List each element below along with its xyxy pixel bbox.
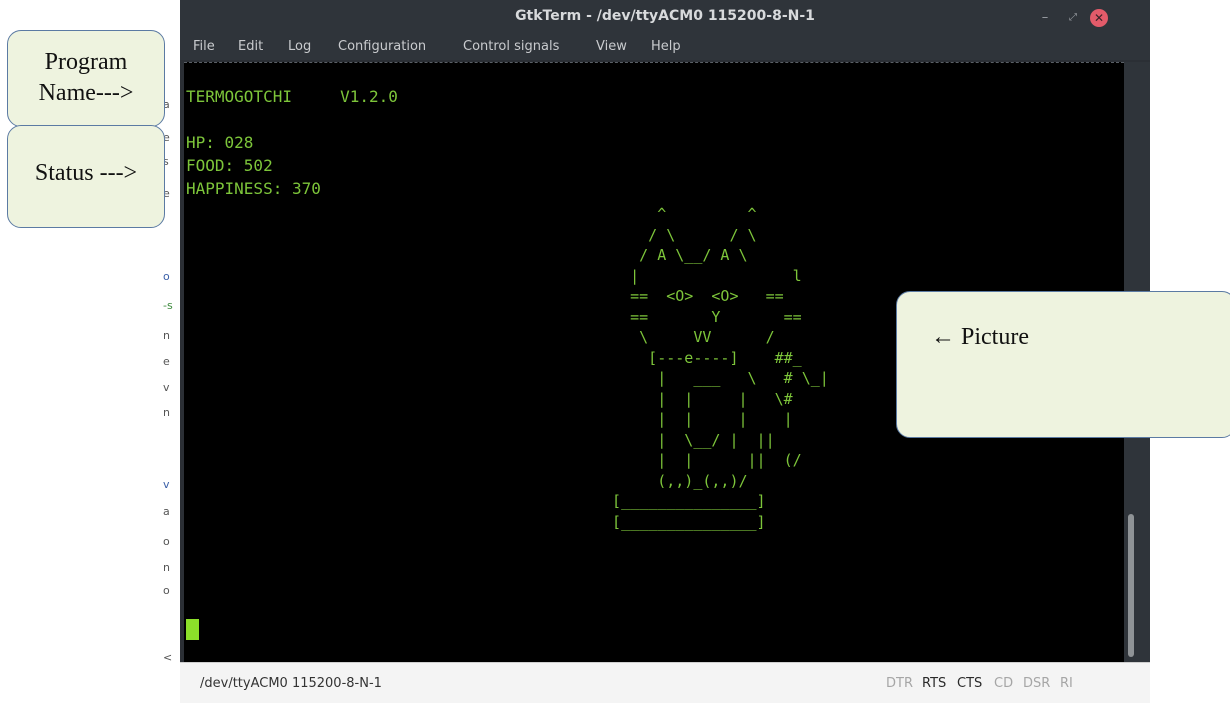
background-text-fragment: v [163,478,170,491]
menu-control-signals[interactable]: Control signals [463,39,559,54]
window-title: GtkTerm - /dev/ttyACM0 115200-8-N-1 [515,8,815,24]
terminal-cursor [186,619,199,640]
status-port-info: /dev/ttyACM0 115200-8-N-1 [200,676,382,691]
callout-program-line-1: Program [44,49,128,75]
status-hp: HP: 028 [186,133,254,152]
menu-edit[interactable]: Edit [238,39,263,54]
signal-ri: RI [1060,676,1073,691]
background-text-fragment: n [163,406,170,419]
background-text-fragment: o [163,535,170,548]
program-name-line: TERMOGOTCHI V1.2.0 [186,87,398,106]
background-text-fragment: v [163,381,170,394]
menu-bar: File Edit Log Configuration Control sign… [180,36,1150,60]
menu-configuration[interactable]: Configuration [338,39,426,54]
terminal-divider [184,62,1124,64]
background-text-fragment: o [163,584,170,597]
background-text-fragment: a [163,505,170,518]
signal-dsr: DSR [1023,676,1051,691]
background-text-fragment: n [163,329,170,342]
signal-cts: CTS [957,676,983,691]
menu-view[interactable]: View [596,39,627,54]
close-button[interactable]: ✕ [1090,9,1108,27]
signal-cd: CD [994,676,1014,691]
title-bar[interactable]: GtkTerm - /dev/ttyACM0 115200-8-N-1 – ⤢ … [180,0,1150,36]
minimize-button[interactable]: – [1036,9,1054,27]
scrollbar-thumb[interactable] [1128,514,1134,657]
menu-file[interactable]: File [193,39,215,54]
maximize-button[interactable]: ⤢ [1064,9,1082,27]
status-happiness: HAPPINESS: 370 [186,179,321,198]
status-bar: /dev/ttyACM0 115200-8-N-1 DTR RTS CTS CD… [180,662,1150,703]
background-text-fragment: e [163,355,170,368]
background-text-fragment: -s [163,299,173,312]
menu-log[interactable]: Log [288,39,311,54]
menu-help[interactable]: Help [651,39,681,54]
callout-status: Status ---> [7,125,165,228]
status-food: FOOD: 502 [186,156,273,175]
callout-program-line-2: Name---> [38,80,134,106]
background-text-fragment: n [163,561,170,574]
signal-rts: RTS [922,676,947,691]
ascii-cat-picture: ^ ^ / \ / \ / A \__/ A \ | l == <O> <O> … [612,205,829,531]
background-text-fragment: < [163,651,173,664]
background-text-fragment: o [163,270,170,283]
signal-dtr: DTR [886,676,913,691]
callout-picture: ← Picture [896,291,1230,438]
callout-program-name: Program Name---> [7,30,165,127]
